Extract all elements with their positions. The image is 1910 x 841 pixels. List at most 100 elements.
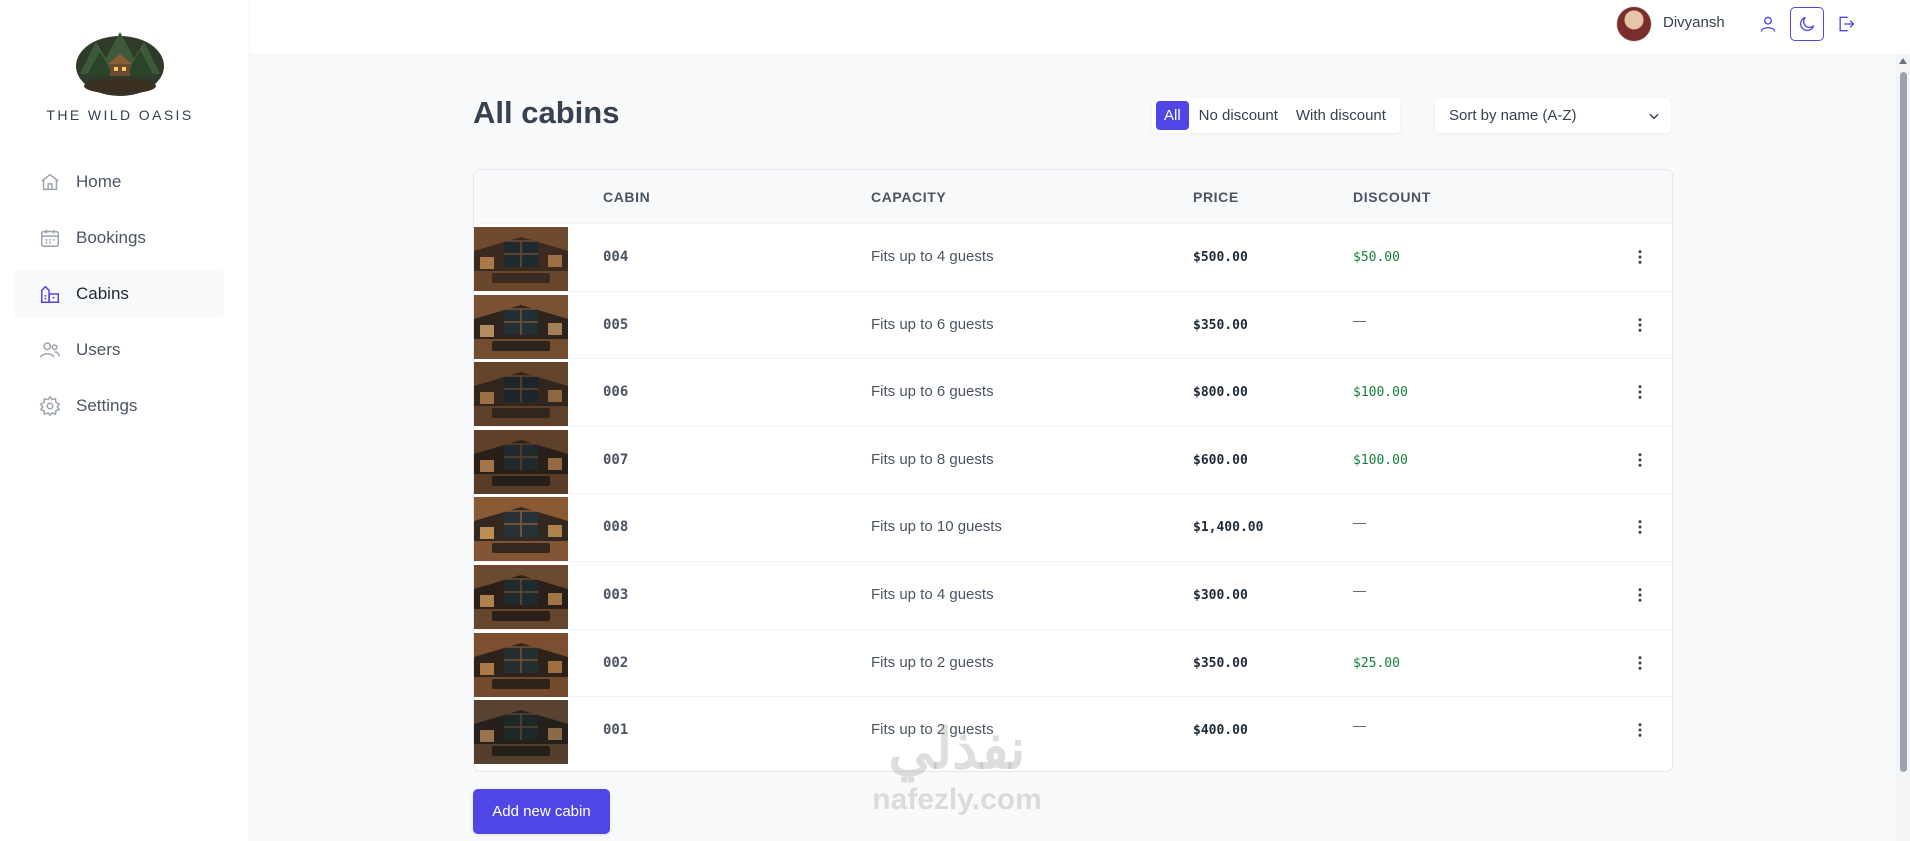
cabin-capacity: Fits up to 8 guests — [871, 450, 994, 468]
brand-name: THE WILD OASIS — [46, 107, 194, 123]
table-row: 002 Fits up to 2 guests $350.00 $25.00 — [474, 630, 1672, 698]
logout-button[interactable] — [1829, 7, 1863, 41]
row-menu-button[interactable] — [1629, 246, 1651, 268]
cabin-discount: — — [1353, 582, 1366, 598]
cabin-capacity: Fits up to 2 guests — [871, 653, 994, 671]
cabins-table: CABIN CAPACITY PRICE DISCOUNT 004 Fits u… — [473, 169, 1673, 772]
more-vertical-icon — [1638, 723, 1642, 737]
cabin-price: $1,400.00 — [1193, 520, 1264, 536]
more-vertical-icon — [1638, 250, 1642, 264]
table-row: 004 Fits up to 4 guests $500.00 $50.00 — [474, 224, 1672, 292]
watermark: نفذلي nafezly.com — [852, 718, 1062, 841]
main-nav: Home Bookings Cabins Users Settings — [14, 158, 224, 438]
logo[interactable] — [74, 24, 166, 96]
more-vertical-icon — [1638, 655, 1642, 670]
row-menu-button[interactable] — [1629, 381, 1651, 403]
nav-item-users[interactable]: Users — [14, 326, 224, 374]
account-button[interactable] — [1751, 7, 1785, 41]
user-icon — [1760, 16, 1776, 32]
nav-label: Cabins — [76, 284, 129, 303]
cabin-discount: — — [1353, 515, 1366, 531]
cabin-thumbnail — [474, 700, 568, 765]
column-header-cabin: CABIN — [603, 189, 651, 205]
cabin-price: $800.00 — [1193, 385, 1248, 401]
cabin-price: $500.00 — [1193, 250, 1248, 265]
cabin-discount: — — [1353, 312, 1366, 328]
row-menu-button[interactable] — [1629, 449, 1651, 471]
discount-filter: All No discount With discount — [1151, 97, 1401, 134]
table-row: 008 Fits up to 10 guests $1,400.00 — — [474, 494, 1672, 562]
more-vertical-icon — [1638, 385, 1642, 399]
more-vertical-icon — [1638, 588, 1642, 602]
cabin-discount: $100.00 — [1353, 452, 1408, 468]
filter-with-discount-button[interactable]: With discount — [1288, 101, 1394, 130]
cabin-name: 005 — [603, 316, 629, 333]
cabin-price: $350.00 — [1193, 655, 1248, 671]
cabin-thumbnail — [474, 227, 568, 291]
table-header: CABIN CAPACITY PRICE DISCOUNT — [474, 170, 1672, 224]
sort-select[interactable]: Sort by name (A-Z) — [1434, 97, 1672, 134]
cabin-name: 001 — [603, 722, 629, 739]
scrollbar-thumb[interactable] — [1900, 72, 1907, 772]
avatar[interactable] — [1616, 6, 1652, 42]
calendar-icon — [38, 226, 62, 250]
page-title: All cabins — [473, 95, 620, 130]
nav-item-settings[interactable]: Settings — [14, 382, 224, 430]
cabins-icon — [38, 282, 62, 306]
cabin-price: $350.00 — [1193, 317, 1248, 333]
filter-all-button[interactable]: All — [1156, 101, 1189, 130]
more-vertical-icon — [1638, 520, 1642, 535]
nav-item-home[interactable]: Home — [14, 158, 224, 206]
cabin-name: 008 — [603, 519, 629, 536]
nav-label: Home — [76, 172, 122, 191]
row-menu-button[interactable] — [1629, 719, 1651, 741]
users-icon — [38, 338, 62, 362]
nav-label: Settings — [76, 396, 138, 415]
row-menu-button[interactable] — [1629, 314, 1651, 336]
cabin-thumbnail — [474, 564, 568, 629]
gear-icon — [38, 394, 62, 418]
sidebar: THE WILD OASIS Home Bookings Cabins User… — [0, 0, 250, 841]
cabin-thumbnail — [474, 362, 568, 427]
chevron-down-icon — [1649, 113, 1659, 120]
watermark-arabic: نفذلي — [888, 717, 1026, 780]
page-scrollbar[interactable] — [1896, 55, 1910, 841]
dark-mode-button[interactable] — [1790, 7, 1824, 41]
table-row: 001 Fits up to 2 guests $400.00 — — [474, 697, 1672, 765]
cabin-name: 007 — [603, 451, 629, 468]
cabin-price: $300.00 — [1193, 587, 1248, 603]
logout-icon — [1839, 16, 1855, 32]
column-header-price: PRICE — [1193, 189, 1239, 205]
moon-icon — [1799, 16, 1815, 32]
cabin-price: $400.00 — [1193, 723, 1248, 739]
row-menu-button[interactable] — [1629, 584, 1651, 606]
cabin-capacity: Fits up to 10 guests — [871, 518, 1002, 536]
nav-item-bookings[interactable]: Bookings — [14, 214, 224, 262]
cabin-capacity: Fits up to 6 guests — [871, 383, 994, 401]
nav-label: Bookings — [76, 228, 146, 247]
cabin-capacity: Fits up to 6 guests — [871, 315, 994, 333]
row-menu-button[interactable] — [1629, 652, 1651, 674]
username: Divyansh — [1663, 14, 1725, 31]
cabin-thumbnail — [474, 632, 568, 697]
table-row: 005 Fits up to 6 guests $350.00 — — [474, 292, 1672, 360]
watermark-domain: nafezly.com — [872, 783, 1042, 816]
cabin-thumbnail — [474, 294, 568, 359]
table-body: 004 Fits up to 4 guests $500.00 $50.00 0… — [474, 224, 1672, 765]
nav-item-cabins[interactable]: Cabins — [14, 270, 224, 318]
add-new-cabin-button[interactable]: Add new cabin — [473, 789, 610, 834]
cabin-name: 004 — [603, 249, 629, 265]
more-vertical-icon — [1638, 317, 1642, 332]
nav-label: Users — [76, 340, 121, 359]
row-menu-button[interactable] — [1629, 516, 1651, 538]
more-vertical-icon — [1638, 453, 1642, 467]
column-header-discount: DISCOUNT — [1353, 189, 1431, 205]
column-header-capacity: CAPACITY — [871, 189, 947, 205]
cabin-discount: $100.00 — [1353, 385, 1408, 401]
cabin-name: 006 — [603, 384, 629, 401]
cabin-discount: $25.00 — [1353, 655, 1400, 671]
scroll-up-arrow-icon[interactable] — [1899, 58, 1907, 64]
filter-no-discount-button[interactable]: No discount — [1191, 101, 1286, 130]
table-row: 007 Fits up to 8 guests $600.00 $100.00 — [474, 427, 1672, 495]
sort-selected-value: Sort by name (A-Z) — [1449, 107, 1577, 124]
